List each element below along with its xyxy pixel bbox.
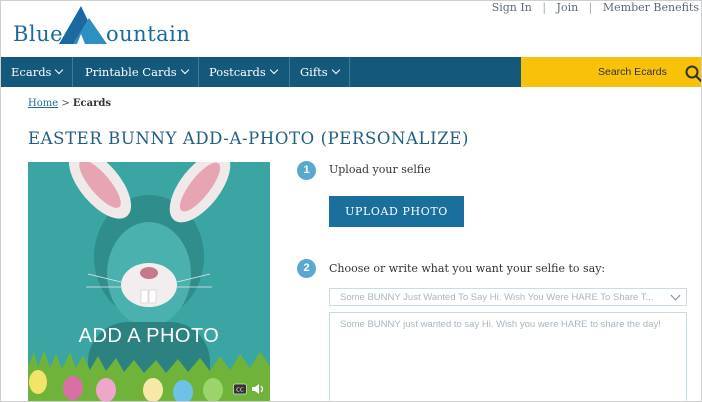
- page-title: EASTER BUNNY ADD-A-PHOTO (PERSONALIZE): [28, 129, 469, 148]
- nav-ecards-label: Ecards: [11, 65, 52, 79]
- bunny-photo-image: [28, 162, 270, 401]
- search-icon[interactable]: [685, 65, 702, 82]
- breadcrumb: Home > Ecards: [28, 98, 111, 109]
- separator: |: [588, 1, 593, 14]
- chevron-down-icon: [331, 65, 340, 75]
- chevron-down-icon: [269, 65, 279, 75]
- message-select[interactable]: Some BUNNY Just Wanted To Say Hi. Wish Y…: [329, 288, 687, 306]
- add-photo-overlay[interactable]: ADD A PHOTO: [28, 325, 270, 348]
- nav-postcards[interactable]: Postcards: [199, 57, 290, 87]
- mountain-logo-icon: [59, 6, 107, 44]
- step-1-number: 1: [297, 161, 316, 180]
- message-textarea-placeholder: Some BUNNY just wanted to say Hi. Wish y…: [340, 319, 661, 330]
- breadcrumb-separator: >: [61, 98, 70, 109]
- logo-text-left: Blue: [13, 22, 64, 46]
- upload-photo-button[interactable]: UPLOAD PHOTO: [329, 196, 464, 227]
- search-bar[interactable]: Search Ecards: [521, 57, 701, 87]
- message-select-value: Some BUNNY Just Wanted To Say Hi. Wish Y…: [340, 292, 654, 303]
- step-1-label: Upload your selfie: [329, 163, 431, 176]
- step-2-label: Choose or write what you want your selfi…: [329, 262, 606, 275]
- account-links: Sign In | Join | Member Benefits: [492, 1, 699, 14]
- join-link[interactable]: Join: [557, 1, 579, 14]
- sign-in-link[interactable]: Sign In: [492, 1, 532, 14]
- message-textarea[interactable]: Some BUNNY just wanted to say Hi. Wish y…: [329, 312, 687, 401]
- chevron-down-icon: [670, 290, 681, 301]
- chevron-down-icon: [180, 65, 189, 75]
- member-benefits-link[interactable]: Member Benefits: [603, 1, 699, 14]
- nav-printable-cards[interactable]: Printable Cards: [73, 57, 199, 87]
- search-label: Search Ecards: [598, 66, 667, 78]
- separator: |: [542, 1, 547, 14]
- main-nav: Ecards Printable Cards Postcards Gifts: [1, 57, 521, 87]
- blue-mountain-logo[interactable]: Blue ountain: [11, 6, 190, 50]
- nav-gifts-label: Gifts: [300, 65, 328, 79]
- breadcrumb-current: Ecards: [72, 98, 112, 109]
- closed-caption-icon[interactable]: CC: [233, 383, 247, 395]
- logo-text-right: ountain: [106, 22, 191, 46]
- step-2-number: 2: [297, 259, 316, 278]
- chevron-down-icon: [55, 65, 64, 75]
- card-preview[interactable]: ADD A PHOTO CC: [28, 162, 270, 401]
- svg-text:CC: CC: [236, 388, 244, 394]
- breadcrumb-home-link[interactable]: Home: [28, 98, 58, 109]
- nav-postcards-label: Postcards: [209, 65, 266, 79]
- nav-ecards[interactable]: Ecards: [1, 57, 73, 87]
- page: Blue ountain Sign In | Join | Member Ben…: [0, 0, 702, 402]
- speaker-icon[interactable]: [251, 383, 265, 395]
- nav-gifts[interactable]: Gifts: [290, 57, 350, 87]
- nav-printable-cards-label: Printable Cards: [85, 65, 177, 79]
